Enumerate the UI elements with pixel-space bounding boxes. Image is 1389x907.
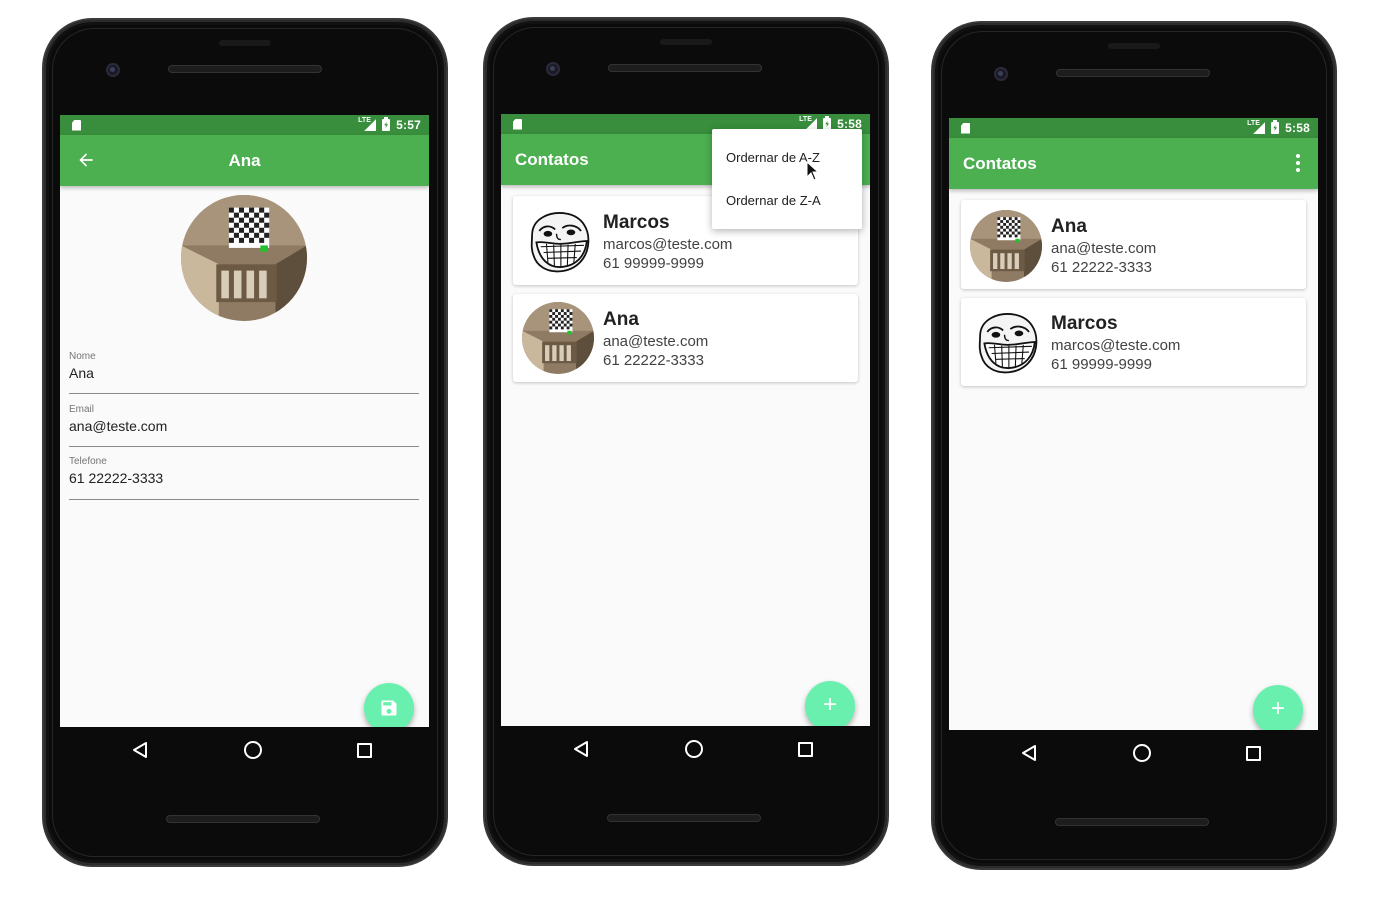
earpiece-notch (219, 40, 271, 46)
name-field[interactable]: Nome Ana (69, 351, 419, 394)
contacts-list-screen: LTE 5:58 Contatos Ana ana@teste.com 61 2… (949, 118, 1318, 730)
bottom-speaker (607, 814, 761, 822)
contact-email: ana@teste.com (1051, 240, 1157, 257)
top-speaker (1056, 69, 1210, 77)
mouse-cursor-icon (806, 161, 819, 181)
status-bar: LTE 5:58 (949, 118, 1318, 138)
battery-charging-icon (1271, 120, 1280, 134)
plus-icon: + (1270, 695, 1285, 722)
bottom-speaker (1055, 818, 1209, 826)
contact-name: Marcos (603, 212, 670, 233)
contact-card[interactable]: Ana ana@teste.com 61 22222-3333 (513, 294, 858, 382)
email-label: Email (69, 404, 95, 415)
save-button[interactable] (364, 683, 414, 727)
front-camera (106, 63, 120, 77)
contact-card[interactable]: Ana ana@teste.com 61 22222-3333 (961, 200, 1306, 289)
contact-photo[interactable] (181, 195, 307, 321)
email-field[interactable]: Email ana@teste.com (69, 404, 419, 447)
nav-recents-icon[interactable] (798, 741, 813, 757)
trollface-image (970, 306, 1042, 378)
trollface-image (522, 205, 594, 277)
navigation-bar (132, 739, 372, 761)
arrow-back-icon[interactable] (76, 150, 96, 170)
phone-field[interactable]: Telefone 61 22222-3333 (69, 456, 419, 500)
nav-back-icon[interactable] (1021, 744, 1037, 762)
photo-image (522, 302, 594, 374)
edit-contact-screen: LTE 5:57 Ana Nome Ana Email ana@teste.co… (60, 115, 429, 727)
contact-phone: 61 22222-3333 (603, 352, 704, 369)
nav-home-icon[interactable] (1132, 744, 1151, 762)
contact-phone: 61 22222-3333 (1051, 259, 1152, 276)
nav-back-icon[interactable] (573, 740, 589, 758)
top-speaker (608, 64, 762, 72)
contact-email: marcos@teste.com (603, 236, 733, 253)
contacts-list-screen-menu-open: LTE 5:58 Contatos Marcos marcos@teste.co… (501, 114, 870, 726)
earpiece-notch (660, 39, 712, 45)
navigation-bar (1021, 742, 1261, 764)
phone-frame-1: LTE 5:57 Ana Nome Ana Email ana@teste.co… (44, 20, 446, 865)
sd-card-icon (961, 122, 970, 134)
contact-phone: 61 99999-9999 (603, 255, 704, 272)
bottom-speaker (166, 815, 320, 823)
contact-avatar (522, 205, 594, 277)
app-bar: Ana (60, 135, 429, 186)
earpiece-notch (1108, 43, 1160, 49)
status-bar: LTE 5:57 (60, 115, 429, 135)
sd-card-icon (513, 118, 522, 130)
status-time: 5:58 (1285, 121, 1310, 135)
lte-signal-icon: LTE (358, 117, 377, 131)
add-contact-button[interactable]: + (805, 681, 855, 726)
sd-card-icon (72, 119, 81, 131)
name-label: Nome (69, 351, 96, 362)
front-camera (546, 62, 560, 76)
page-title: Contatos (515, 149, 589, 169)
contact-phone: 61 99999-9999 (1051, 356, 1152, 373)
page-title: Ana (228, 150, 261, 170)
phone-frame-2: LTE 5:58 Contatos Marcos marcos@teste.co… (485, 19, 887, 864)
navigation-bar (573, 738, 813, 760)
nav-recents-icon[interactable] (1246, 745, 1261, 761)
contact-email: marcos@teste.com (1051, 337, 1181, 354)
plus-icon: + (822, 691, 837, 718)
more-vert-icon[interactable] (1296, 154, 1300, 172)
front-camera (994, 67, 1008, 81)
photo-image (181, 195, 307, 321)
status-time: 5:57 (396, 118, 421, 132)
contact-name: Ana (1051, 216, 1087, 237)
contact-avatar (522, 302, 594, 374)
phone-label: Telefone (69, 456, 107, 467)
phone-frame-3: LTE 5:58 Contatos Ana ana@teste.com 61 2… (933, 23, 1335, 868)
contact-email: ana@teste.com (603, 333, 709, 350)
page-title: Contatos (963, 153, 1037, 173)
add-contact-button[interactable]: + (1253, 685, 1303, 730)
photo-image (970, 210, 1042, 282)
phone-value: 61 22222-3333 (69, 470, 164, 486)
top-speaker (168, 65, 322, 73)
app-bar: Contatos (949, 138, 1318, 189)
nav-back-icon[interactable] (132, 741, 148, 759)
sort-menu: Ordernar de A-Z Ordernar de Z-A (712, 129, 862, 229)
email-value: ana@teste.com (69, 418, 168, 434)
name-value: Ana (69, 365, 94, 381)
save-icon (381, 700, 397, 716)
contact-name: Ana (603, 309, 639, 330)
menu-item-sort-za[interactable]: Ordernar de Z-A (726, 193, 821, 208)
contact-name: Marcos (1051, 313, 1118, 334)
contact-avatar (970, 306, 1042, 378)
contact-card[interactable]: Marcos marcos@teste.com 61 99999-9999 (961, 298, 1306, 386)
battery-charging-icon (382, 117, 391, 131)
contact-avatar (970, 210, 1042, 282)
nav-home-icon[interactable] (243, 741, 262, 759)
nav-recents-icon[interactable] (357, 742, 372, 758)
nav-home-icon[interactable] (684, 740, 703, 758)
lte-signal-icon: LTE (1247, 120, 1266, 134)
